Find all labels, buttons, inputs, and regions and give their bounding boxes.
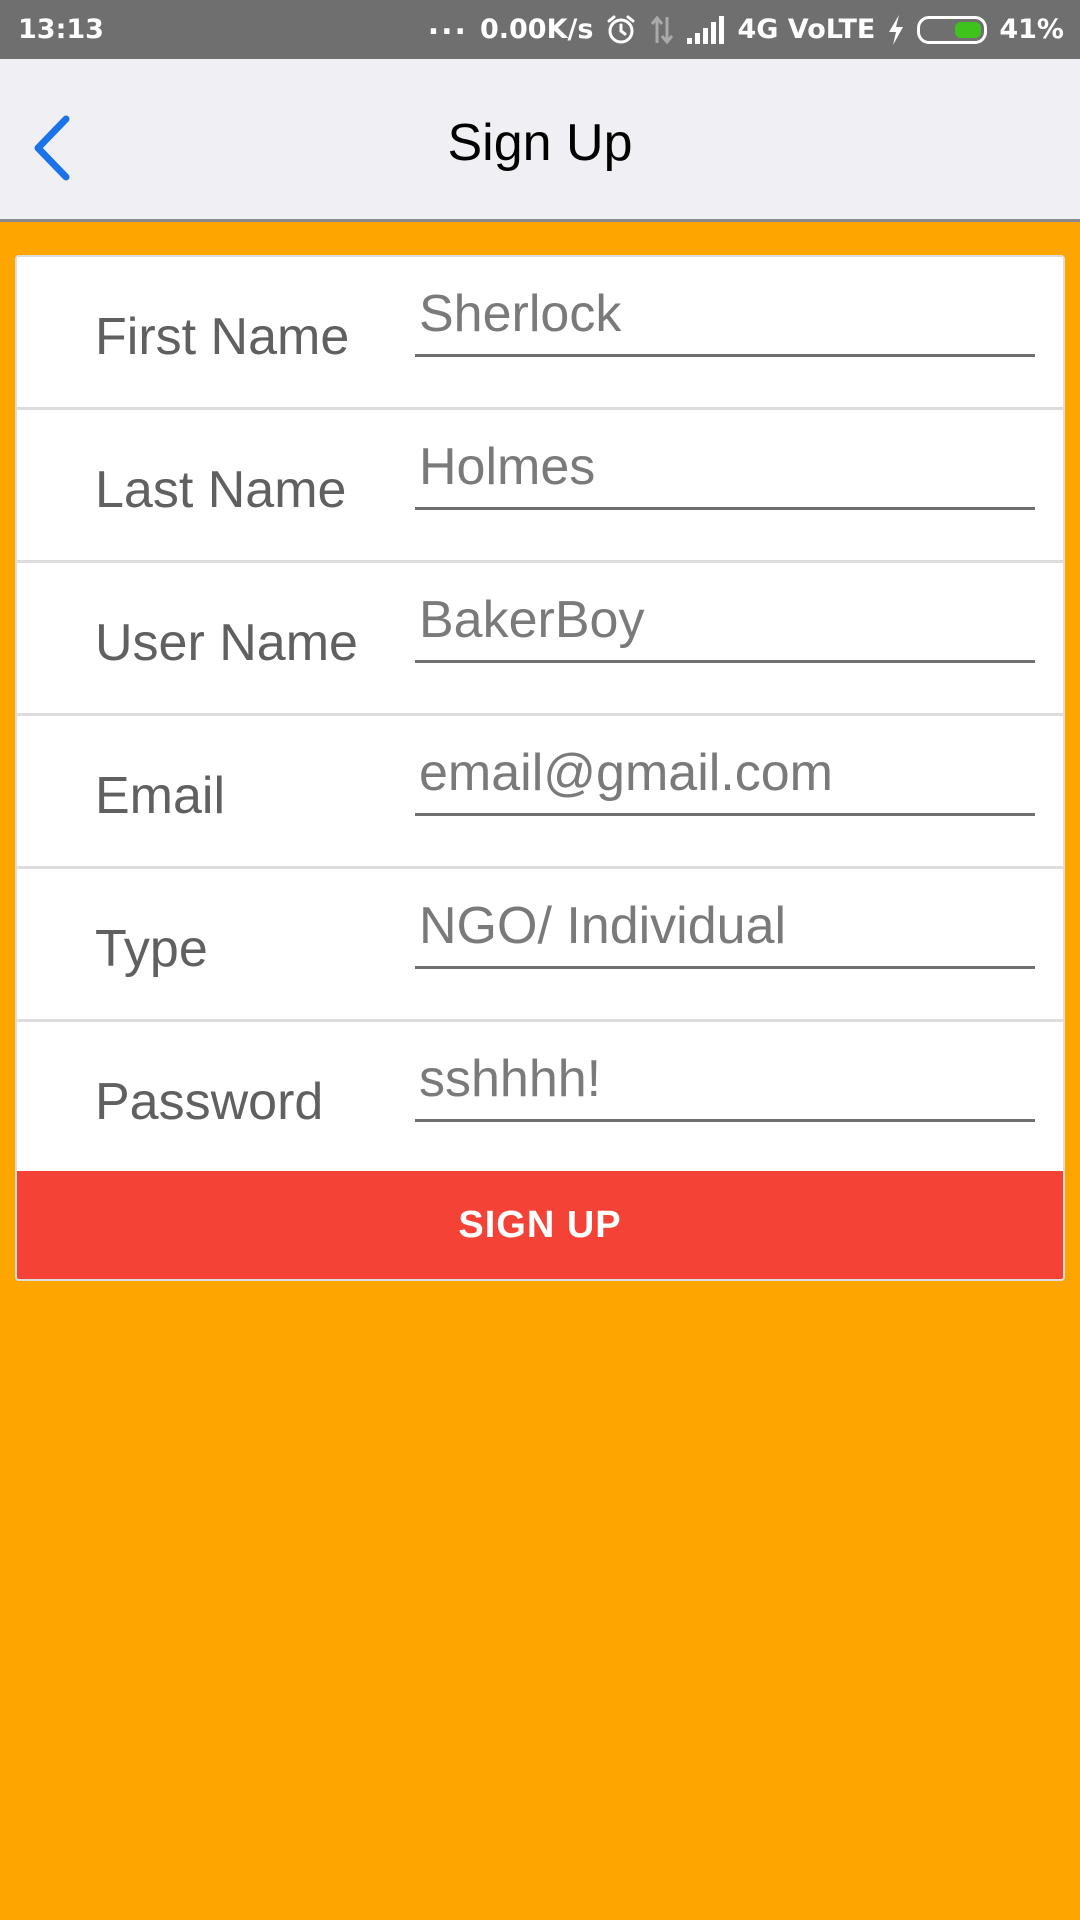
password-label: Password: [95, 1073, 324, 1131]
last-name-row: Last Name Holmes: [17, 410, 1063, 563]
alarm-icon: [605, 14, 637, 46]
network-speed: 0.00K/s: [479, 14, 594, 45]
type-label: Type: [95, 920, 208, 978]
sign-up-button[interactable]: SIGN UP: [17, 1171, 1063, 1279]
first-name-row: First Name Sherlock: [17, 257, 1063, 410]
charging-icon: [887, 14, 905, 45]
email-field[interactable]: email@gmail.com: [415, 738, 1035, 816]
status-icons: ... 0.00K/s 4G VoLTE 41%: [428, 9, 1064, 46]
first-name-label: First Name: [95, 308, 350, 366]
user-name-row: User Name BakerBoy: [17, 563, 1063, 716]
password-field[interactable]: sshhhh!: [415, 1044, 1035, 1122]
navigation-bar: Sign Up: [0, 59, 1080, 222]
battery-icon: [917, 15, 988, 44]
user-name-label: User Name: [95, 614, 358, 672]
email-label: Email: [95, 767, 226, 825]
signal-icon: [687, 15, 725, 44]
status-time: 13:13: [18, 14, 104, 45]
first-name-field[interactable]: Sherlock: [415, 279, 1035, 357]
email-row: Email email@gmail.com: [17, 716, 1063, 869]
user-name-field[interactable]: BakerBoy: [415, 585, 1035, 663]
network-type: 4G VoLTE: [737, 14, 876, 45]
last-name-label: Last Name: [95, 461, 347, 519]
type-field[interactable]: NGO/ Individual: [415, 891, 1035, 969]
more-dots: ...: [427, 6, 468, 42]
data-arrows-icon: [649, 15, 675, 45]
signup-form-card: First Name Sherlock Last Name Holmes Use…: [15, 255, 1065, 1281]
type-row: Type NGO/ Individual: [17, 869, 1063, 1022]
battery-percent: 41%: [999, 14, 1064, 45]
password-row: Password sshhhh!: [17, 1022, 1063, 1175]
page-title: Sign Up: [447, 114, 633, 172]
status-bar: 13:13 ... 0.00K/s 4G VoLTE 41%: [0, 0, 1080, 59]
last-name-field[interactable]: Holmes: [415, 432, 1035, 510]
